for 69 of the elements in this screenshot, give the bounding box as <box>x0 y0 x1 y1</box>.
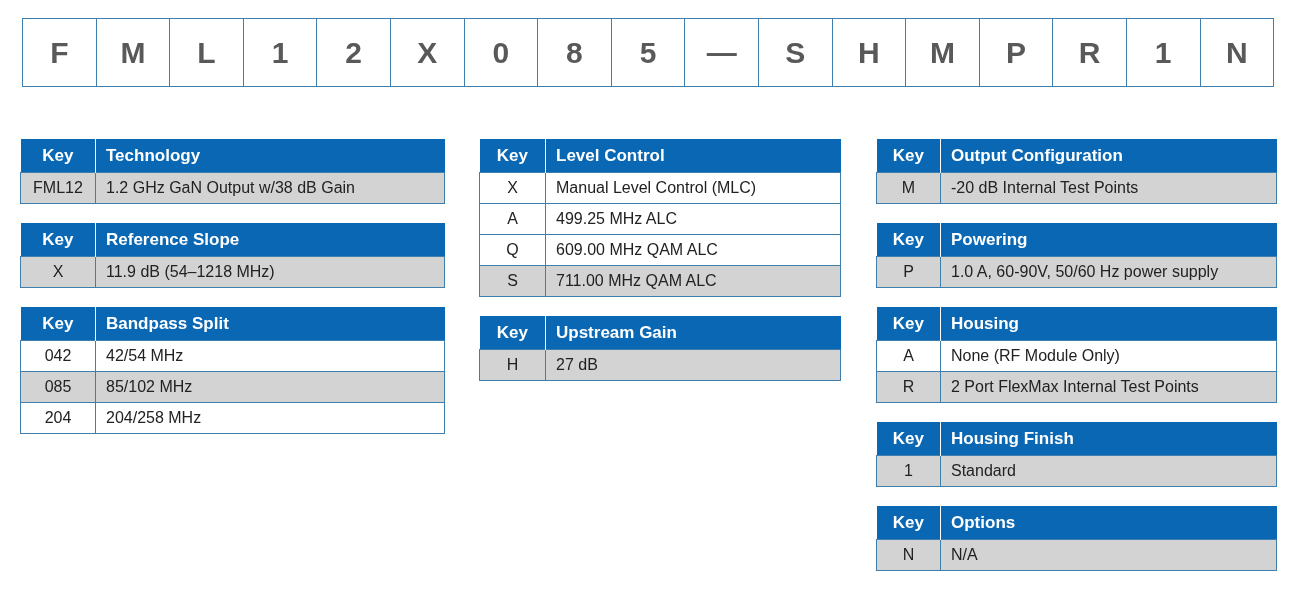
part-code-character: M <box>906 18 980 87</box>
description-cell: 204/258 MHz <box>95 402 445 434</box>
key-header-cell: Key <box>876 223 941 257</box>
category-header-cell: Reference Slope <box>95 223 445 257</box>
part-code-character: 0 <box>464 18 539 87</box>
key-header-cell: Key <box>479 316 546 350</box>
key-cell: A <box>479 203 546 235</box>
key-header-cell: Key <box>876 139 941 173</box>
description-cell: 609.00 MHz QAM ALC <box>545 234 841 266</box>
category-header-cell: Options <box>940 506 1277 540</box>
part-code-character: L <box>170 18 244 87</box>
description-cell: 85/102 MHz <box>95 371 445 403</box>
key-header-cell: Key <box>20 139 96 173</box>
part-code-character: 5 <box>611 18 686 87</box>
part-code-character: N <box>1200 18 1275 87</box>
key-header-cell: Key <box>876 422 941 456</box>
description-cell: 1.2 GHz GaN Output w/38 dB Gain <box>95 172 445 204</box>
category-header-cell: Level Control <box>545 139 841 173</box>
description-cell: N/A <box>940 539 1277 571</box>
key-cell: X <box>479 172 546 204</box>
description-cell: 1.0 A, 60-90V, 50/60 Hz power supply <box>940 256 1277 288</box>
key-header-cell: Key <box>479 139 546 173</box>
part-code-character: 8 <box>538 18 612 87</box>
description-cell: 2 Port FlexMax Internal Test Points <box>940 371 1277 403</box>
description-cell: None (RF Module Only) <box>940 340 1277 372</box>
key-header-cell: Key <box>876 506 941 540</box>
category-header-cell: Housing Finish <box>940 422 1277 456</box>
part-code-character: S <box>758 18 833 87</box>
description-cell: 42/54 MHz <box>95 340 445 372</box>
key-cell: P <box>876 256 941 288</box>
description-cell: 711.00 MHz QAM ALC <box>545 265 841 297</box>
key-cell: 042 <box>20 340 96 372</box>
description-cell: 11.9 dB (54–1218 MHz) <box>95 256 445 288</box>
key-cell: S <box>479 265 546 297</box>
key-cell: FML12 <box>20 172 96 204</box>
part-code-character: H <box>832 18 907 87</box>
part-code-character: F <box>23 18 97 87</box>
part-code-character: 1 <box>1126 18 1201 87</box>
part-code-character: P <box>979 18 1054 87</box>
category-header-cell: Powering <box>940 223 1277 257</box>
key-header-cell: Key <box>20 223 96 257</box>
category-header-cell: Bandpass Split <box>95 307 445 341</box>
part-code-character: M <box>96 18 171 87</box>
key-cell: R <box>876 371 941 403</box>
key-cell: A <box>876 340 941 372</box>
part-code-character: 1 <box>243 18 318 87</box>
part-code-character: X <box>390 18 465 87</box>
key-header-cell: Key <box>20 307 96 341</box>
key-cell: M <box>876 172 941 204</box>
category-header-cell: Housing <box>940 307 1277 341</box>
description-cell: 499.25 MHz ALC <box>545 203 841 235</box>
key-cell: Q <box>479 234 546 266</box>
category-header-cell: Technology <box>95 139 445 173</box>
key-cell: 085 <box>20 371 96 403</box>
part-code-character: — <box>685 18 759 87</box>
description-cell: -20 dB Internal Test Points <box>940 172 1277 204</box>
key-cell: X <box>20 256 96 288</box>
part-code-character: 2 <box>317 18 391 87</box>
key-header-cell: Key <box>876 307 941 341</box>
description-cell: 27 dB <box>545 349 841 381</box>
category-header-cell: Upstream Gain <box>545 316 841 350</box>
description-cell: Manual Level Control (MLC) <box>545 172 841 204</box>
part-code-character: R <box>1053 18 1127 87</box>
key-cell: H <box>479 349 546 381</box>
key-cell: 204 <box>20 402 96 434</box>
key-cell: N <box>876 539 941 571</box>
description-cell: Standard <box>940 455 1277 487</box>
key-cell: 1 <box>876 455 941 487</box>
category-header-cell: Output Configuration <box>940 139 1277 173</box>
